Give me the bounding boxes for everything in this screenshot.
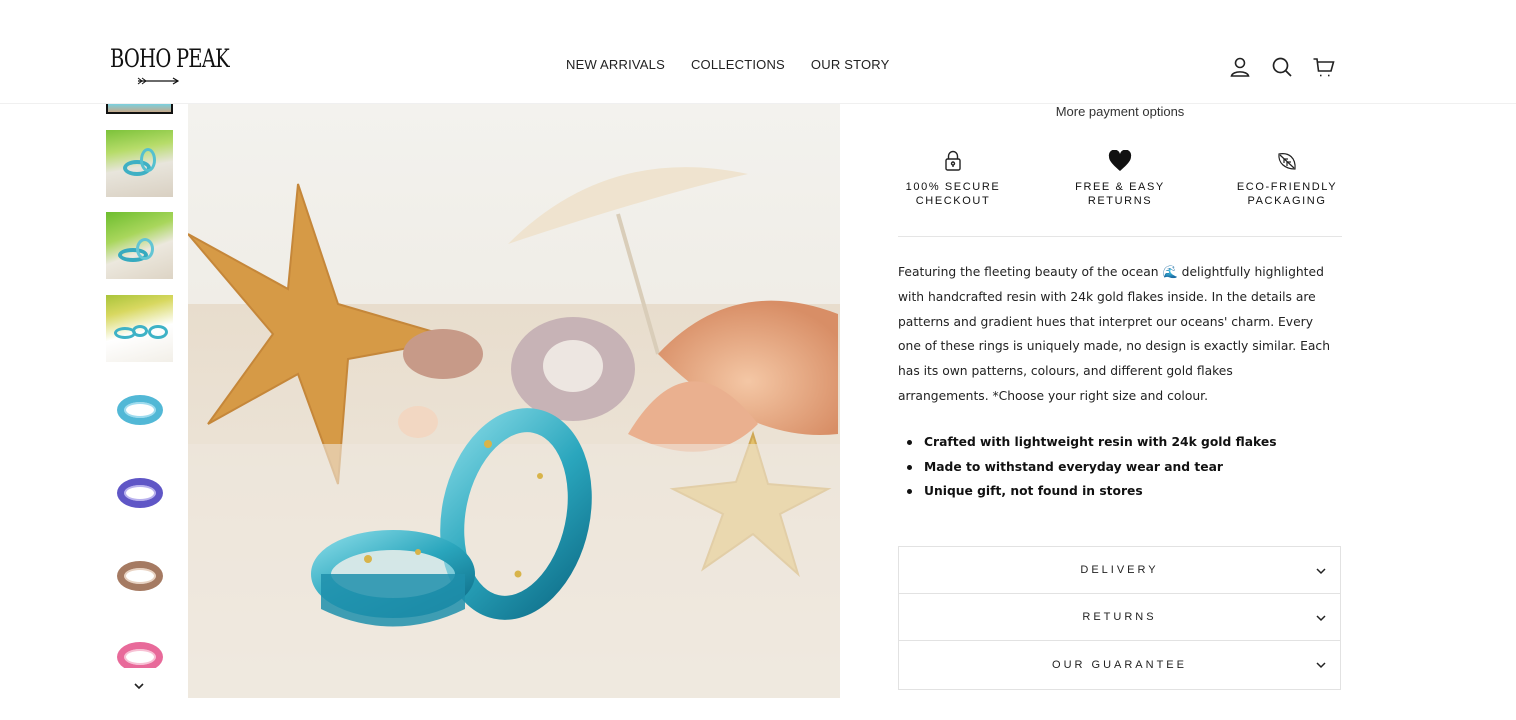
accordion-returns[interactable]: RETURNS: [899, 594, 1340, 641]
accordion-our-guarantee[interactable]: OUR GUARANTEE: [899, 641, 1340, 689]
header-actions: [1228, 55, 1336, 79]
section-divider: [898, 236, 1342, 237]
accordion-label: RETURNS: [1082, 611, 1157, 623]
brand-name: BOHO PEAK: [110, 44, 230, 73]
description-line: has its own patterns, colours, and diffe…: [898, 364, 1233, 379]
badge-returns-line2: RETURNS: [1087, 195, 1153, 207]
feature-item: Unique gift, not found in stores: [898, 479, 1342, 504]
chevron-down-icon: [1316, 568, 1326, 575]
thumbnail-ring-brown[interactable]: [106, 541, 173, 608]
product-accordion: DELIVERY RETURNS OUR GUARANTEE: [898, 546, 1341, 690]
site-header: BOHO PEAK NEW ARRIVALS COLLECTIONS OUR S…: [0, 0, 1516, 104]
badge-secure-checkout: 100% SECURE CHECKOUT: [898, 150, 1008, 208]
nav-our-story[interactable]: OUR STORY: [811, 57, 890, 72]
nav-collections[interactable]: COLLECTIONS: [691, 57, 785, 72]
thumbnail-scene-3[interactable]: [106, 295, 173, 362]
feature-list: Crafted with lightweight resin with 24k …: [898, 430, 1342, 504]
badge-secure-line2: CHECKOUT: [915, 195, 991, 207]
lock-icon: [945, 150, 961, 171]
badge-eco-line1: ECO-FRIENDLY: [1236, 181, 1338, 193]
accordion-delivery[interactable]: DELIVERY: [899, 547, 1340, 594]
description-line: one of these rings is uniquely made, no …: [898, 339, 1330, 354]
nav-new-arrivals[interactable]: NEW ARRIVALS: [566, 57, 665, 72]
thumbnail-ring-blue[interactable]: [106, 377, 173, 444]
product-description: Featuring the fleeting beauty of the oce…: [898, 260, 1348, 409]
thumbnail-ring-purple[interactable]: [106, 459, 173, 526]
description-line: Featuring the fleeting beauty of the oce…: [898, 265, 1324, 279]
description-line: patterns and gradient hues that interpre…: [898, 314, 1313, 329]
thumbnail-active[interactable]: [106, 104, 173, 114]
description-line: arrangements. *Choose your right size an…: [898, 388, 1208, 403]
description-line: with handcrafted resin with 24k gold fla…: [898, 289, 1316, 304]
search-icon[interactable]: [1270, 55, 1294, 79]
cart-icon[interactable]: [1312, 55, 1336, 79]
heart-icon: [1108, 150, 1132, 171]
feature-item: Crafted with lightweight resin with 24k …: [898, 430, 1342, 455]
badge-eco-packaging: ECO-FRIENDLY PACKAGING: [1232, 150, 1342, 208]
thumbnail-scene-2[interactable]: [106, 212, 173, 279]
accordion-label: DELIVERY: [1080, 564, 1159, 576]
badge-eco-line2: PACKAGING: [1247, 195, 1327, 207]
badge-free-returns: FREE & EASY RETURNS: [1065, 150, 1175, 208]
badge-secure-line1: 100% SECURE: [905, 181, 1001, 193]
account-icon[interactable]: [1228, 55, 1252, 79]
arrow-icon: [137, 77, 180, 85]
brand-logo[interactable]: BOHO PEAK: [110, 44, 230, 94]
leaf-icon: [1278, 153, 1296, 170]
thumbnail-scene-1[interactable]: [106, 130, 173, 197]
thumbnail-ring-pink[interactable]: [106, 622, 173, 668]
chevron-down-icon: [1316, 662, 1326, 669]
product-photo: [188, 104, 840, 698]
trust-badges: 100% SECURE CHECKOUT FREE & EASY RETURNS…: [898, 150, 1342, 208]
badge-returns-line1: FREE & EASY: [1075, 181, 1165, 193]
accordion-label: OUR GUARANTEE: [1052, 659, 1187, 671]
more-payment-options-link[interactable]: More payment options: [898, 104, 1342, 120]
feature-item: Made to withstand everyday wear and tear: [898, 455, 1342, 480]
chevron-down-icon: [1316, 615, 1326, 622]
product-main-image[interactable]: [188, 104, 840, 698]
chevron-down-icon[interactable]: [131, 678, 147, 694]
main-nav: NEW ARRIVALS COLLECTIONS OUR STORY: [566, 57, 890, 72]
